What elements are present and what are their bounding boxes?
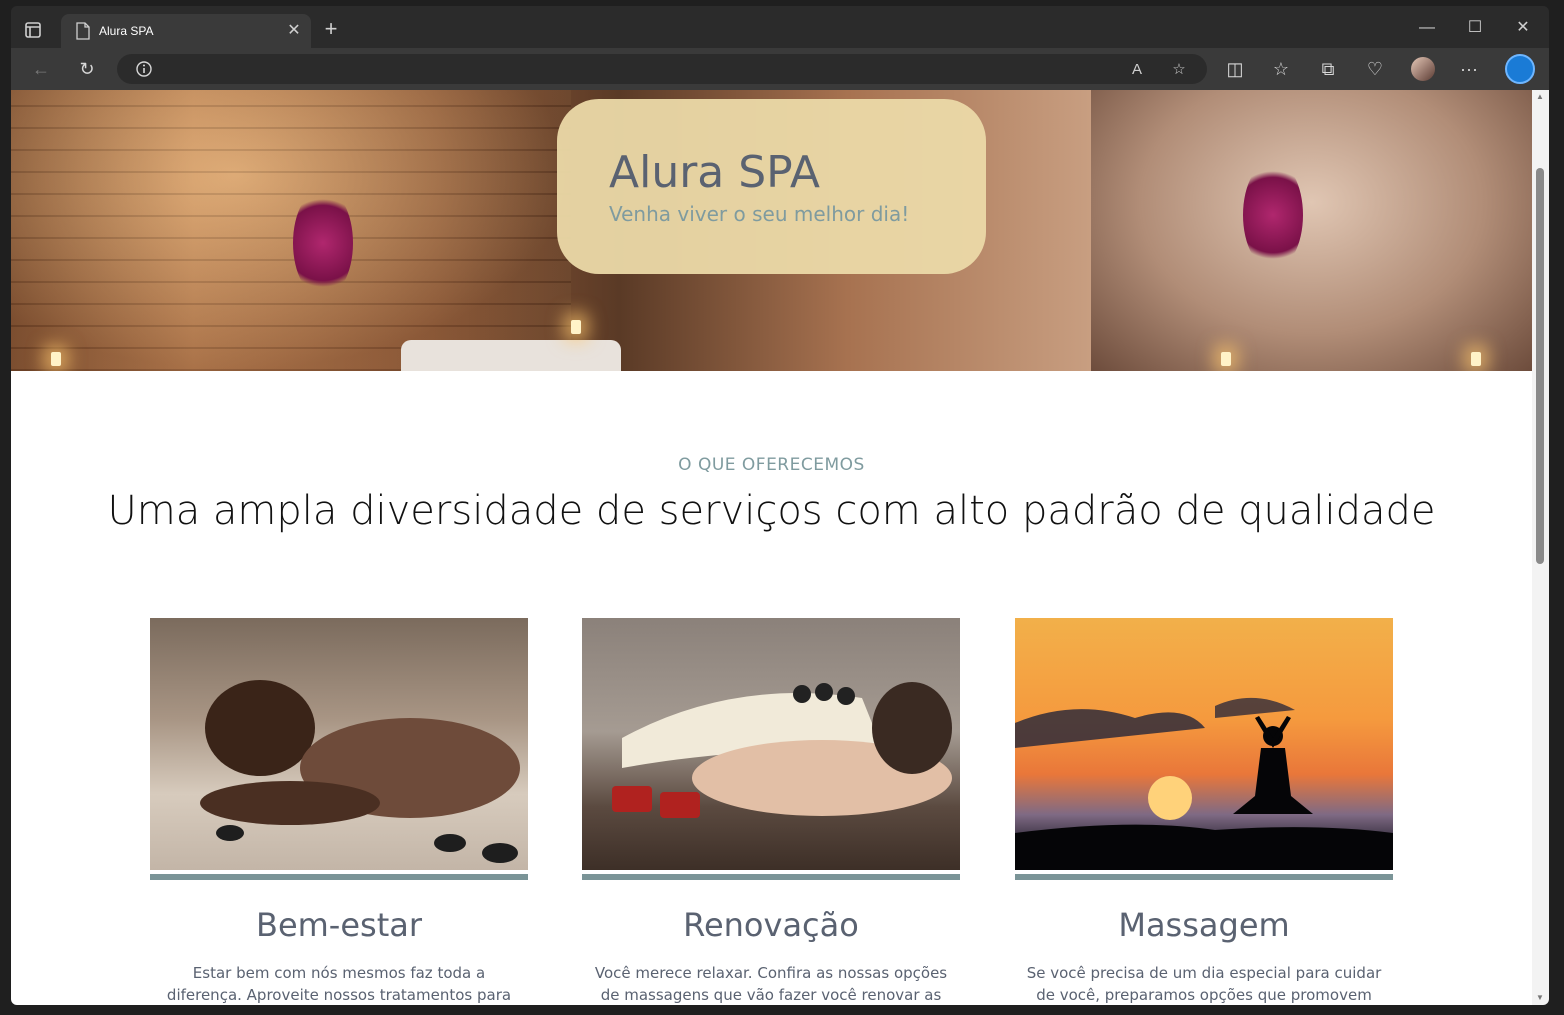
site-tagline: Venha viver o seu melhor dia! xyxy=(609,202,910,226)
more-menu-icon[interactable]: ··· xyxy=(1457,57,1481,81)
service-image-bem-estar xyxy=(150,618,528,870)
tab-close-icon[interactable]: ✕ xyxy=(285,22,303,40)
service-image-renovacao xyxy=(582,618,960,870)
hero-title-card: Alura SPA Venha viver o seu melhor dia! xyxy=(557,99,986,274)
address-bar[interactable]: A ☆ xyxy=(117,54,1207,84)
close-window-icon[interactable]: ✕ xyxy=(1511,16,1535,40)
service-card-bem-estar: Bem-estar Estar bem com nós mesmos faz t… xyxy=(150,618,528,1005)
favorite-star-icon[interactable]: ☆ xyxy=(1169,60,1189,80)
service-image-massagem xyxy=(1015,618,1393,870)
new-tab-button[interactable]: + xyxy=(319,18,343,42)
service-title: Renovação xyxy=(683,906,859,944)
service-description: Se você precisa de um dia especial para … xyxy=(1026,964,1382,1004)
candle xyxy=(571,320,581,334)
section-eyebrow: O QUE OFERECEMOS xyxy=(678,455,865,475)
scroll-down-icon[interactable]: ▼ xyxy=(1535,993,1545,1003)
candle xyxy=(1221,352,1231,366)
browser-window: Alura SPA ✕ + — ☐ ✕ ← ↻ A ☆ ◫ ☆ ⧉ ♡ ··· xyxy=(11,6,1549,1005)
scrollbar-thumb[interactable] xyxy=(1536,168,1544,564)
orchid-right xyxy=(1243,160,1303,270)
hero-right-wall xyxy=(1091,90,1532,371)
bing-copilot-icon[interactable] xyxy=(1505,54,1535,84)
vertical-scrollbar[interactable]: ▲ ▼ xyxy=(1532,90,1549,1005)
tab-actions-icon[interactable] xyxy=(23,20,43,40)
candle xyxy=(51,352,61,366)
scroll-up-icon[interactable]: ▲ xyxy=(1535,92,1545,102)
hero-stone-wall xyxy=(11,90,571,371)
back-icon[interactable]: ← xyxy=(29,57,53,81)
split-screen-icon[interactable]: ◫ xyxy=(1223,57,1247,81)
favorites-icon[interactable]: ☆ xyxy=(1269,57,1293,81)
tab-alura-spa[interactable]: Alura SPA ✕ xyxy=(61,14,311,48)
site-info-icon[interactable] xyxy=(135,60,153,78)
collections-icon[interactable]: ⧉ xyxy=(1316,57,1340,81)
page-icon xyxy=(76,22,90,40)
service-description: Você merece relaxar. Confira as nossas o… xyxy=(594,964,948,1004)
card-accent-bar xyxy=(1015,874,1393,880)
maximize-icon[interactable]: ☐ xyxy=(1463,16,1487,40)
card-accent-bar xyxy=(150,874,528,880)
service-title: Bem-estar xyxy=(255,906,423,944)
service-description: Estar bem com nós mesmos faz toda a dife… xyxy=(166,964,512,1004)
service-title: Massagem xyxy=(1118,906,1290,944)
browser-essentials-icon[interactable]: ♡ xyxy=(1363,57,1387,81)
minimize-icon[interactable]: — xyxy=(1415,16,1439,40)
profile-avatar[interactable] xyxy=(1411,57,1435,81)
refresh-icon[interactable]: ↻ xyxy=(75,57,99,81)
toolbar: ← ↻ A ☆ ◫ ☆ ⧉ ♡ ··· xyxy=(11,48,1549,90)
service-card-massagem: Massagem Se você precisa de um dia espec… xyxy=(1015,618,1393,1005)
section-headline: Uma ampla diversidade de serviços com al… xyxy=(107,488,1436,534)
candle xyxy=(1471,352,1481,366)
read-aloud-icon[interactable]: A xyxy=(1127,60,1147,80)
tab-title: Alura SPA xyxy=(99,24,154,38)
site-title: Alura SPA xyxy=(609,147,820,198)
hero-bathtub xyxy=(401,340,621,371)
hero-banner: Alura SPA Venha viver o seu melhor dia! xyxy=(11,90,1532,371)
card-accent-bar xyxy=(582,874,960,880)
page-viewport: Alura SPA Venha viver o seu melhor dia! … xyxy=(11,90,1532,1005)
service-card-renovacao: Renovação Você merece relaxar. Confira a… xyxy=(582,618,960,1005)
orchid-left xyxy=(293,188,353,298)
tab-bar: Alura SPA ✕ + — ☐ ✕ xyxy=(11,6,1549,48)
